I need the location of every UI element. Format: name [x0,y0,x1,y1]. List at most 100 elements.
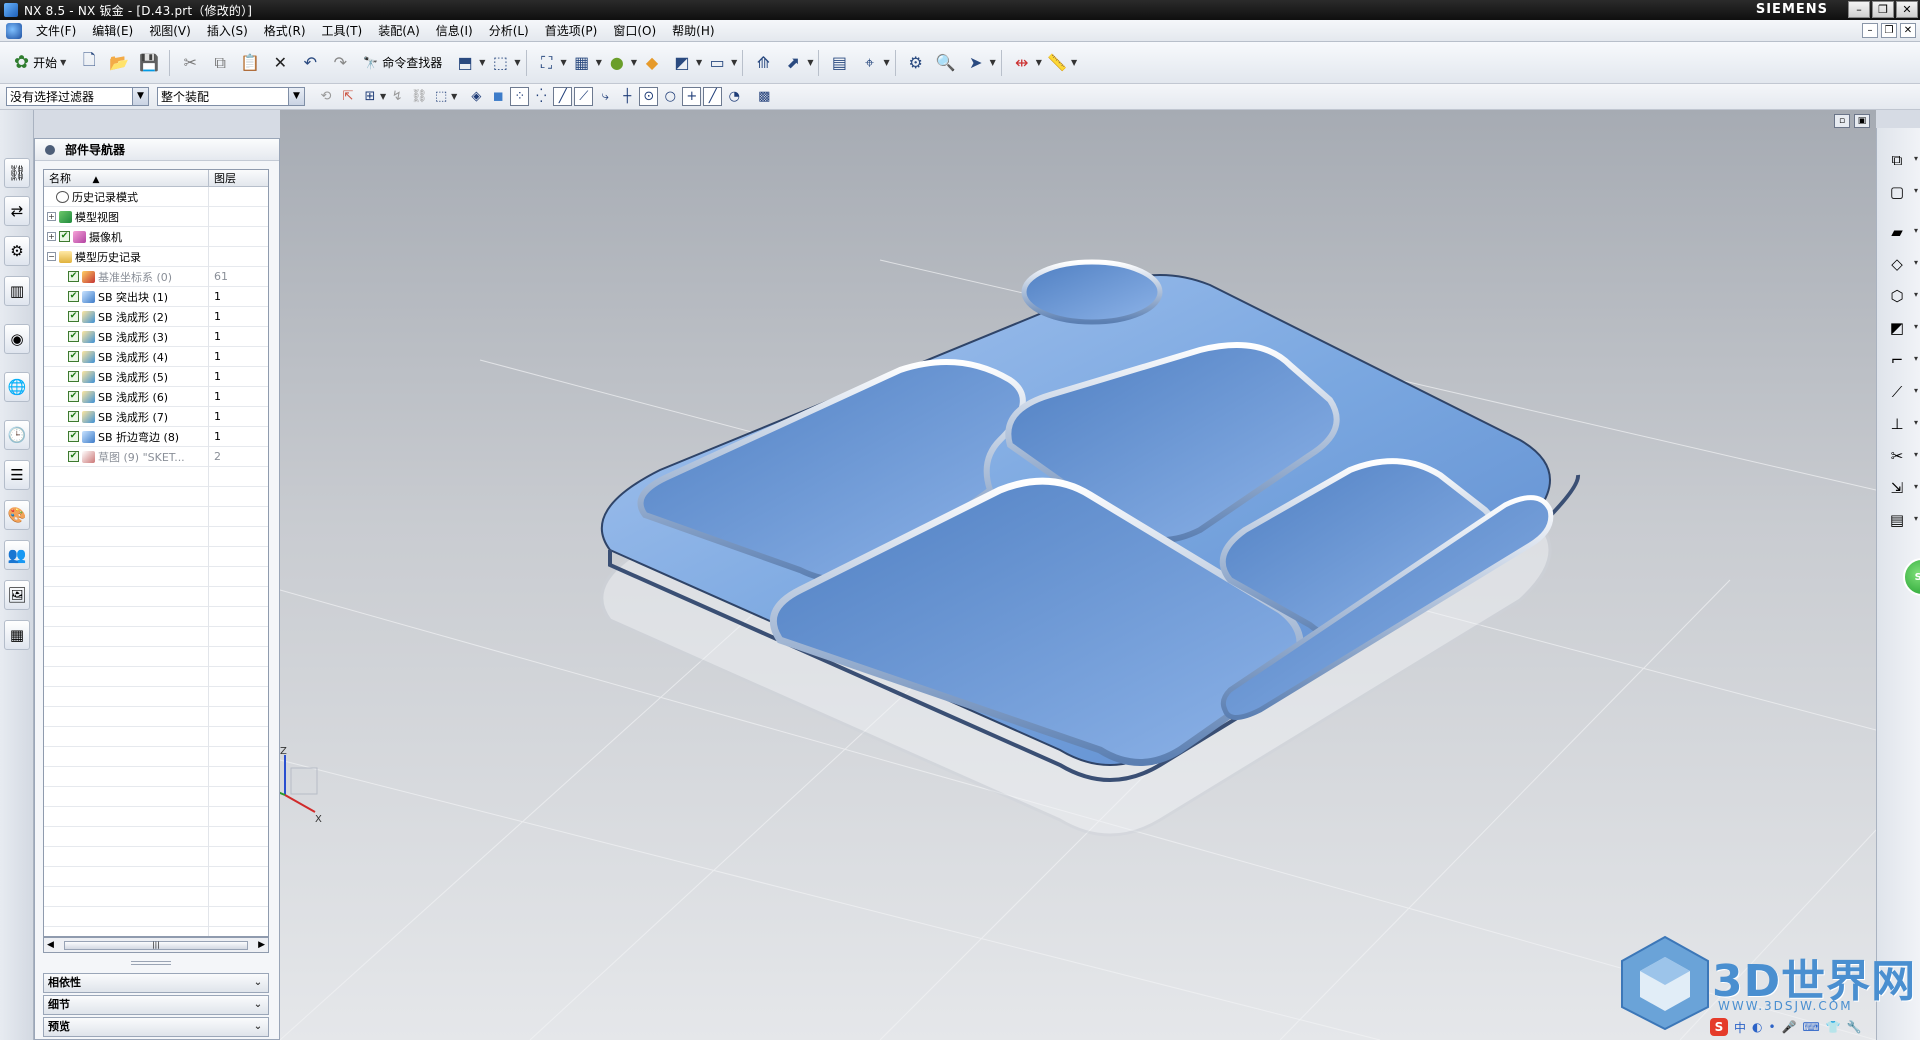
measure-icon[interactable]: ⬚ [487,50,513,76]
panel-details[interactable]: 细节 ⌄ [43,995,269,1015]
visibility-checkbox[interactable]: ✔ [68,451,79,462]
doc-minimize-button[interactable]: – [1862,23,1878,38]
tree-row[interactable]: ✔ SB 浅成形 (2) 1 [44,306,268,327]
menu-file[interactable]: 文件(F) [28,20,84,42]
web-browser-icon[interactable]: 🌐 [4,372,30,402]
palette-icon[interactable]: 🎨 [4,500,30,530]
chevron-down-icon[interactable]: ▼ [731,58,737,67]
tree-row[interactable]: ✔ 草图 (9) "SKET... 2 [44,446,268,467]
undo-icon[interactable]: ↶ [297,50,323,76]
sheet-metal-icon[interactable]: ⬒ [452,50,478,76]
unbend-icon[interactable]: ⇲ [1885,476,1918,500]
menu-view[interactable]: 视图(V) [141,20,199,42]
menu-help[interactable]: 帮助(H) [664,20,722,42]
tree-row[interactable]: − 模型历史记录 [44,246,268,267]
open-folder-icon[interactable]: 📂 [106,50,132,76]
chevron-down-icon[interactable]: ▼ [596,58,602,67]
chevron-down-icon[interactable]: ▼ [514,58,520,67]
roles-icon[interactable]: 👥 [4,540,30,570]
column-layer[interactable]: 图层 [209,170,268,186]
bend-icon[interactable]: ⌐ [1885,348,1918,372]
visibility-checkbox[interactable]: ✔ [59,231,70,242]
menu-information[interactable]: 信息(I) [428,20,481,42]
chevron-down-icon[interactable]: ▼ [631,58,637,67]
history-icon[interactable]: 🕒 [4,420,30,450]
menu-preferences[interactable]: 首选项(P) [537,20,606,42]
arc-center-icon[interactable]: ⊙ [639,87,659,106]
keyboard-icon[interactable]: ⌨ [1803,1020,1820,1034]
visibility-checkbox[interactable]: ✔ [68,351,79,362]
select-icon[interactable]: ⇱ [338,87,358,107]
constraint-navigator-icon[interactable]: ⇄ [4,196,30,226]
command-finder-button[interactable]: 🔭 命令查找器 [357,50,448,76]
snap-points-icon[interactable]: ⁘ [510,87,530,106]
chevron-down-icon[interactable]: ⌄ [250,997,266,1013]
type-filter-combo[interactable]: 没有选择过滤器 ▼ [6,87,149,106]
visibility-checkbox[interactable]: ✔ [68,411,79,422]
visibility-checkbox[interactable]: ✔ [68,291,79,302]
sheet-metal-tab-icon[interactable]: ⧉ [1885,148,1918,172]
flange-icon[interactable]: ▰ [1885,220,1918,244]
cut-icon[interactable]: ✂ [177,50,203,76]
hide-icon[interactable]: ◩ [669,50,695,76]
chevron-down-icon[interactable]: ⌄ [250,1019,266,1035]
chevron-down-icon[interactable]: ▼ [1036,58,1042,67]
chevron-down-icon[interactable]: ▼ [696,58,702,67]
punch-icon[interactable]: ⊥ [1885,412,1918,436]
menu-tools[interactable]: 工具(T) [314,20,371,42]
tree-row[interactable]: ✔ SB 浅成形 (7) 1 [44,406,268,427]
tree-row[interactable]: ✔ 基准坐标系 (0) 61 [44,266,268,287]
sb-badge[interactable]: SB [1903,558,1920,596]
visibility-checkbox[interactable]: ✔ [68,311,79,322]
graphics-window[interactable]: Z X ▫ ▣ [280,110,1876,1040]
resize-grip[interactable] [131,961,171,965]
direction-icon[interactable]: ➤ [963,50,989,76]
chevron-down-icon[interactable]: ▼ [132,88,148,105]
expand-icon[interactable]: + [47,212,56,221]
snap-icon[interactable]: ⌖ [856,50,882,76]
system-materials-icon[interactable]: ▦ [4,620,30,650]
nx-menu-icon[interactable] [6,22,22,39]
tree-row[interactable]: + 模型视图 [44,206,268,227]
tree-row[interactable]: + ✔ 摄像机 [44,226,268,247]
fit-view-icon[interactable]: ⛶ [534,50,560,76]
menu-format[interactable]: 格式(R) [256,20,314,42]
hd3d-tools-icon[interactable]: ◉ [4,324,30,354]
ime-toolbar[interactable]: S 中 ◐ • 🎤 ⌨ 👕 🔧 [1710,1017,1862,1037]
doc-restore-button[interactable]: ❐ [1881,23,1897,38]
lofted-flange-icon[interactable]: ⬡ [1885,284,1918,308]
link-icon[interactable]: ⛓ [409,87,429,107]
layout-icon[interactable]: ▦ [569,50,595,76]
quadrant-point-icon[interactable]: ○ [660,87,680,107]
visibility-checkbox[interactable]: ✔ [68,371,79,382]
reuse-library-icon[interactable]: ▥ [4,276,30,306]
chevron-down-icon[interactable]: ▼ [883,58,889,67]
close-button[interactable]: ✕ [1896,1,1918,18]
skin-icon[interactable]: 👕 [1826,1020,1841,1034]
sheet-metal-tray[interactable] [600,259,1580,782]
new-file-icon[interactable]: 🗋 [76,50,102,76]
end-point-icon[interactable]: ╱ [553,87,573,106]
moon-icon[interactable]: ◐ [1752,1020,1762,1034]
body-icon[interactable]: ◼ [488,87,508,107]
inherit-icon[interactable]: ↯ [387,87,407,107]
microphone-icon[interactable]: 🎤 [1782,1020,1797,1034]
cut-feature-icon[interactable]: ✂ [1885,444,1918,468]
chevron-down-icon[interactable]: ▼ [1071,58,1077,67]
edit-object-display-icon[interactable]: ◆ [639,50,665,76]
chevron-down-icon[interactable]: ▼ [990,58,996,67]
magnify-icon[interactable]: 🔍 [933,50,959,76]
restore-button[interactable]: ❐ [1872,1,1894,18]
redo-icon[interactable]: ↷ [327,50,353,76]
settings-icon[interactable]: 🔧 [1847,1020,1862,1034]
hem-flange-icon[interactable]: ◩ [1885,316,1918,340]
part-navigator-icon[interactable]: ⚙ [4,236,30,266]
menu-insert[interactable]: 插入(S) [199,20,256,42]
pin-icon[interactable] [45,144,55,155]
dimension-icon[interactable]: ⇹ [1009,50,1035,76]
start-button[interactable]: ✿ 开始 ▼ [8,50,72,76]
expand-icon[interactable]: + [47,232,56,241]
select-all-icon[interactable]: ⊞ [360,87,380,107]
tree-row[interactable]: ✔ SB 突出块 (1) 1 [44,286,268,307]
orient-view-icon[interactable]: ⬈ [780,50,806,76]
